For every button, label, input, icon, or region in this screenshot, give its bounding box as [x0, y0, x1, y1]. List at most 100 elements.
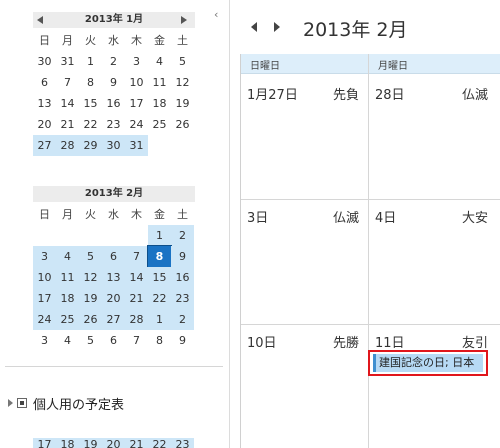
day-cell-date[interactable]: 28日: [375, 84, 405, 103]
weekday-label: 木: [131, 208, 142, 221]
calendar-checkbox-icon[interactable]: [17, 398, 27, 408]
mini-calendar-day[interactable]: 12: [171, 72, 194, 93]
mini-calendar-day[interactable]: 19: [79, 288, 102, 309]
mini-calendar-day[interactable]: 19: [171, 93, 194, 114]
mini-calendar-day[interactable]: 31: [125, 135, 148, 156]
collapse-pane-icon[interactable]: ‹: [214, 8, 218, 21]
calendar-group-personal[interactable]: 個人用の予定表: [8, 394, 124, 413]
mini-calendar-empty: [56, 225, 79, 246]
mini-calendar-day[interactable]: 13: [33, 93, 56, 114]
next-month-icon[interactable]: [181, 16, 187, 24]
mini-calendar-day[interactable]: 25: [56, 309, 79, 330]
mini-calendar-day[interactable]: 3: [33, 330, 56, 351]
mini-calendar-day[interactable]: 25: [148, 114, 171, 135]
mini-calendar-day[interactable]: 9: [102, 72, 125, 93]
mini-calendar-day[interactable]: 18: [148, 93, 171, 114]
mini-calendar-day[interactable]: 17: [33, 438, 56, 448]
mini-calendar-day[interactable]: 8: [79, 72, 102, 93]
mini-calendar-day[interactable]: 19: [79, 438, 102, 448]
mini-calendar-day[interactable]: 22: [148, 438, 171, 448]
mini-calendar-day[interactable]: 16: [102, 93, 125, 114]
weekday-label: 水: [108, 34, 119, 47]
mini-calendar-day[interactable]: 21: [56, 114, 79, 135]
mini-calendar-day[interactable]: 22: [79, 114, 102, 135]
mini-calendar-day[interactable]: 1: [79, 51, 102, 72]
mini-calendar-day[interactable]: 7: [125, 246, 148, 267]
day-cell-date[interactable]: 3日: [247, 207, 268, 226]
mini-calendar-day[interactable]: 4: [148, 51, 171, 72]
mini-calendar-empty: [33, 225, 56, 246]
mini-calendar-day[interactable]: 1: [148, 309, 171, 330]
mini-calendar-day[interactable]: 31: [56, 51, 79, 72]
mini-calendar-day[interactable]: 4: [56, 246, 79, 267]
prev-month-icon[interactable]: [37, 16, 43, 24]
navigation-pane: 2013年 1月 日月火水木金土 30 31 1 2 3 4 5 6 7 8 9 10 11 12 13 14 1…: [0, 0, 228, 448]
mini-calendar-day[interactable]: 6: [33, 72, 56, 93]
mini-calendar-day[interactable]: 6: [102, 246, 125, 267]
prev-month-icon[interactable]: [251, 22, 257, 32]
mini-calendar-day[interactable]: 10: [33, 267, 56, 288]
event-item-holiday[interactable]: 建国記念の日; 日本: [373, 354, 483, 372]
next-month-icon[interactable]: [274, 22, 280, 32]
mini-calendar-day[interactable]: 18: [56, 288, 79, 309]
mini-calendar-day[interactable]: 7: [125, 330, 148, 351]
mini-calendar-day[interactable]: 18: [56, 438, 79, 448]
mini-calendar-day[interactable]: 5: [171, 51, 194, 72]
mini-calendar-day[interactable]: 8: [148, 330, 171, 351]
mini-calendar-day[interactable]: 23: [102, 114, 125, 135]
mini-calendar-day[interactable]: 4: [56, 330, 79, 351]
mini-calendar-day[interactable]: 28: [125, 309, 148, 330]
mini-calendar-day[interactable]: 13: [102, 267, 125, 288]
rokuyo-label: 仏滅: [333, 211, 360, 226]
mini-calendar-day[interactable]: 5: [79, 330, 102, 351]
mini-calendar-day[interactable]: 15: [148, 267, 171, 288]
mini-calendar-day[interactable]: 17: [125, 93, 148, 114]
mini-calendar-day[interactable]: 24: [125, 114, 148, 135]
mini-calendar-day[interactable]: 9: [171, 246, 194, 267]
day-cell-date[interactable]: 11日: [375, 332, 405, 351]
mini-calendar-day[interactable]: 23: [171, 438, 194, 448]
mini-calendar-day[interactable]: 26: [171, 114, 194, 135]
mini-calendar-day[interactable]: 22: [148, 288, 171, 309]
mini-calendar-day[interactable]: 11: [148, 72, 171, 93]
mini-calendar-day[interactable]: 28: [56, 135, 79, 156]
expand-triangle-icon[interactable]: [8, 399, 13, 407]
mini-calendar-day[interactable]: 2: [102, 51, 125, 72]
mini-calendar-day[interactable]: 23: [171, 288, 194, 309]
day-cell-date[interactable]: 1月27日: [247, 84, 298, 103]
mini-calendar-day[interactable]: 7: [56, 72, 79, 93]
mini-calendar-day[interactable]: 2: [171, 225, 194, 246]
mini-calendar-day[interactable]: 21: [125, 288, 148, 309]
mini-calendar-day[interactable]: 3: [33, 246, 56, 267]
mini-calendar-day[interactable]: 17: [33, 288, 56, 309]
mini-calendar-day[interactable]: 29: [79, 135, 102, 156]
mini-calendar-day[interactable]: 9: [171, 330, 194, 351]
mini-calendar-day[interactable]: 5: [79, 246, 102, 267]
mini-calendar-day[interactable]: 24: [33, 309, 56, 330]
mini-calendar-day[interactable]: 20: [102, 438, 125, 448]
mini-calendar-today[interactable]: 8: [147, 245, 172, 268]
mini-calendar-day[interactable]: 30: [102, 135, 125, 156]
mini-calendar-day[interactable]: 14: [125, 267, 148, 288]
mini-calendar-day[interactable]: 11: [56, 267, 79, 288]
mini-calendar-day[interactable]: 3: [125, 51, 148, 72]
mini-calendar-empty: [102, 225, 125, 246]
mini-calendar-day[interactable]: 30: [33, 51, 56, 72]
mini-calendar-day[interactable]: 21: [125, 438, 148, 448]
day-cell-date[interactable]: 4日: [375, 207, 396, 226]
mini-calendar-day[interactable]: 1: [148, 225, 171, 246]
mini-calendar-day[interactable]: 2: [171, 309, 194, 330]
mini-calendar-day[interactable]: 12: [79, 267, 102, 288]
mini-calendar-day[interactable]: 27: [33, 135, 56, 156]
mini-calendar-day[interactable]: 20: [33, 114, 56, 135]
mini-calendar-day[interactable]: 15: [79, 93, 102, 114]
mini-calendar-day[interactable]: 27: [102, 309, 125, 330]
mini-calendar-day[interactable]: 10: [125, 72, 148, 93]
mini-calendar-day[interactable]: 6: [102, 330, 125, 351]
mini-calendar-day[interactable]: 16: [171, 267, 194, 288]
day-cell-date[interactable]: 10日: [247, 332, 277, 351]
month-view: 2013年 2月 日曜日 月曜日 1月27日 先負 28日 仏滅 3日 仏滅 4…: [230, 0, 500, 448]
mini-calendar-day[interactable]: 14: [56, 93, 79, 114]
mini-calendar-day[interactable]: 20: [102, 288, 125, 309]
mini-calendar-day[interactable]: 26: [79, 309, 102, 330]
